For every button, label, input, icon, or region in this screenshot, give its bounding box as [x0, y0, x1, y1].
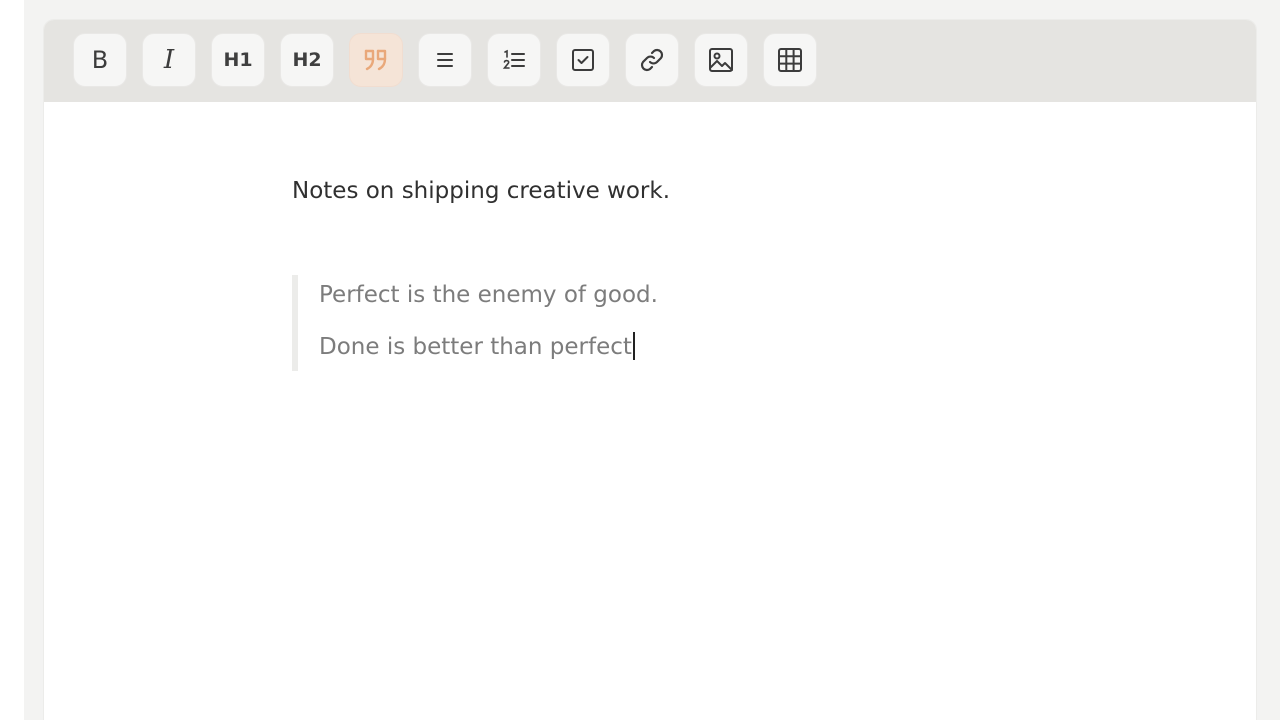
- window-edge: [0, 0, 24, 720]
- heading-2-icon: H2: [292, 48, 322, 71]
- heading-2-button[interactable]: H2: [280, 33, 334, 87]
- bold-button[interactable]: B: [73, 33, 127, 87]
- heading-1-icon: H1: [223, 48, 253, 71]
- table-icon: [778, 48, 802, 72]
- link-button[interactable]: [625, 33, 679, 87]
- text-cursor: [632, 332, 635, 360]
- bold-icon: B: [91, 46, 109, 74]
- screen: B I H1 H2 Notes on shipping creative wor…: [0, 0, 1280, 720]
- numbered-list-icon: [502, 49, 525, 69]
- paragraph-text[interactable]: Notes on shipping creative work.: [292, 178, 670, 204]
- blockquote-button[interactable]: [349, 33, 403, 87]
- heading-1-button[interactable]: H1: [211, 33, 265, 87]
- checkbox-icon: [572, 49, 594, 71]
- quote-line-1[interactable]: Perfect is the enemy of good.: [319, 282, 658, 308]
- editor-window: B I H1 H2 Notes on shipping creative wor…: [44, 20, 1256, 720]
- table-button[interactable]: [763, 33, 817, 87]
- bullet-list-icon: [437, 53, 453, 67]
- document-body[interactable]: Notes on shipping creative work. Perfect…: [44, 102, 1256, 720]
- link-icon: [640, 48, 664, 72]
- italic-button[interactable]: I: [142, 33, 196, 87]
- italic-icon: I: [163, 45, 175, 75]
- task-list-button[interactable]: [556, 33, 610, 87]
- image-icon: [709, 48, 733, 72]
- quote-icon: [364, 49, 387, 71]
- numbered-list-button[interactable]: [487, 33, 541, 87]
- bullet-list-button[interactable]: [418, 33, 472, 87]
- blockquote[interactable]: Perfect is the enemy of good. Done is be…: [292, 275, 898, 371]
- formatting-toolbar: B I H1 H2: [44, 20, 1256, 102]
- quote-line-2-text: Done is better than perfect: [319, 334, 632, 360]
- quote-line-1-text: Perfect is the enemy of good.: [319, 282, 658, 308]
- quote-line-2[interactable]: Done is better than perfect: [319, 332, 635, 360]
- image-button[interactable]: [694, 33, 748, 87]
